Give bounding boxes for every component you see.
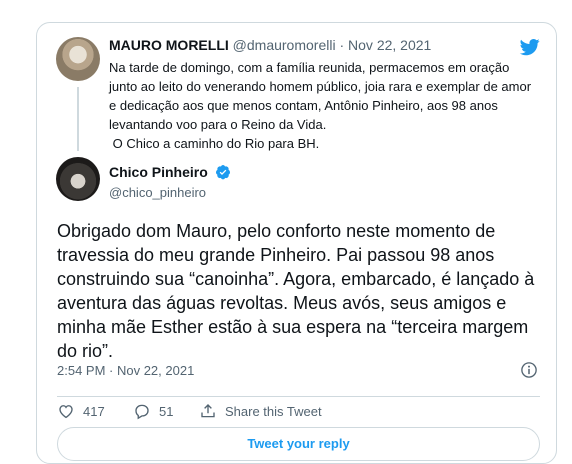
tweet-timestamp[interactable]: 2:54 PM · Nov 22, 2021 — [57, 363, 194, 378]
thread-line — [77, 87, 79, 151]
quoted-author-avatar[interactable] — [56, 37, 100, 81]
info-icon[interactable] — [520, 361, 538, 379]
quoted-author-name[interactable]: MAURO MORELLI — [109, 37, 229, 53]
share-label: Share this Tweet — [225, 403, 322, 419]
quoted-header: MAURO MORELLI @dmauromorelli · Nov 22, 2… — [109, 37, 431, 53]
divider — [57, 396, 540, 397]
quoted-text-secondary: O Chico a caminho do Rio para BH. — [109, 136, 320, 151]
author-name[interactable]: Chico Pinheiro — [109, 164, 208, 180]
twitter-bird-icon[interactable] — [518, 37, 542, 57]
meta-separator: · — [339, 37, 345, 53]
like-count: 417 — [83, 403, 105, 419]
heart-icon — [59, 405, 73, 419]
tweet-card: MAURO MORELLI @dmauromorelli · Nov 22, 2… — [36, 22, 557, 464]
reply-bubble-icon — [135, 404, 149, 420]
author-handle[interactable]: @chico_pinheiro — [109, 185, 206, 200]
author-name-row: Chico Pinheiro — [109, 164, 231, 180]
quoted-author-handle[interactable]: @dmauromorelli — [233, 37, 336, 53]
quoted-date[interactable]: Nov 22, 2021 — [348, 37, 431, 53]
reply-button[interactable]: 51 — [133, 401, 173, 421]
quoted-text-main: Na tarde de domingo, com a família reuni… — [109, 60, 532, 132]
author-avatar[interactable] — [56, 157, 100, 201]
quoted-tweet-text: Na tarde de domingo, com a família reuni… — [109, 58, 539, 153]
tweet-your-reply-button[interactable]: Tweet your reply — [57, 427, 540, 461]
verified-badge-icon — [215, 165, 230, 180]
share-button[interactable]: Share this Tweet — [199, 401, 322, 421]
reply-count: 51 — [159, 403, 174, 419]
like-button[interactable]: 417 — [57, 401, 105, 421]
share-icon — [201, 404, 215, 418]
tweet-text: Obrigado dom Mauro, pelo conforto neste … — [57, 221, 535, 361]
